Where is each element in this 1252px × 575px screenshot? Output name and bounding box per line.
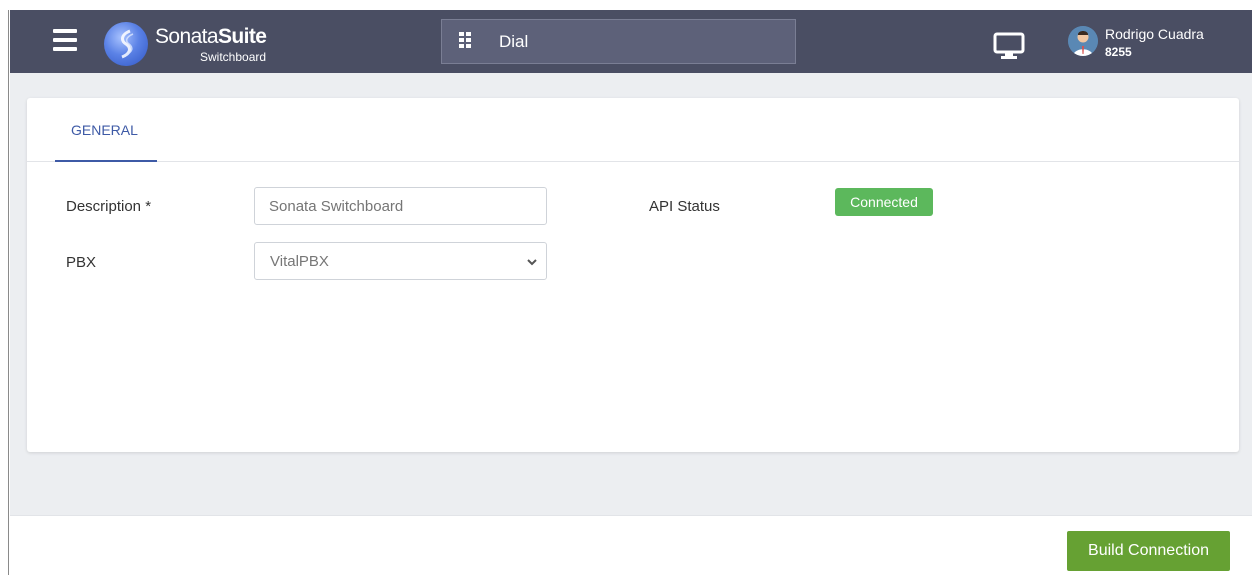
- brand-name: SonataSuite: [155, 25, 267, 49]
- build-connection-button[interactable]: Build Connection: [1067, 531, 1230, 571]
- user-name: Rodrigo Cuadra: [1105, 26, 1204, 42]
- chevron-down-icon: [527, 259, 537, 266]
- api-status-label: API Status: [649, 198, 720, 215]
- tab-general-label: GENERAL: [71, 122, 138, 138]
- description-input[interactable]: [255, 188, 546, 224]
- grid-icon: [459, 32, 473, 48]
- pbx-selected-value: VitalPBX: [270, 253, 329, 270]
- pbx-label: PBX: [66, 254, 97, 271]
- sonatasuite-logo-icon: [104, 22, 148, 66]
- dial-label: Dial: [499, 32, 529, 51]
- settings-card: GENERAL Description * PBX VitalPBX API S…: [27, 98, 1239, 452]
- top-bar: SonataSuite Switchboard Dial Rodrigo Cua…: [10, 10, 1252, 73]
- window-edge: [8, 10, 9, 575]
- dial-button[interactable]: Dial: [441, 19, 796, 64]
- hamburger-icon[interactable]: [53, 29, 77, 51]
- brand-subtitle: Switchboard: [200, 50, 267, 64]
- content-area: GENERAL Description * PBX VitalPBX API S…: [10, 73, 1252, 515]
- footer-divider: [10, 515, 1252, 516]
- api-status-badge: Connected: [835, 188, 933, 216]
- monitor-icon[interactable]: [993, 32, 1025, 60]
- user-extension: 8255: [1105, 45, 1132, 59]
- pbx-select[interactable]: VitalPBX: [254, 242, 547, 280]
- brand-suffix: Suite: [217, 25, 267, 48]
- brand-prefix: Sonata: [155, 25, 219, 48]
- tab-general[interactable]: GENERAL: [55, 98, 157, 162]
- tab-bar: GENERAL: [27, 98, 1239, 162]
- user-avatar[interactable]: [1068, 26, 1098, 56]
- description-label: Description *: [66, 198, 152, 215]
- description-field[interactable]: [254, 187, 547, 225]
